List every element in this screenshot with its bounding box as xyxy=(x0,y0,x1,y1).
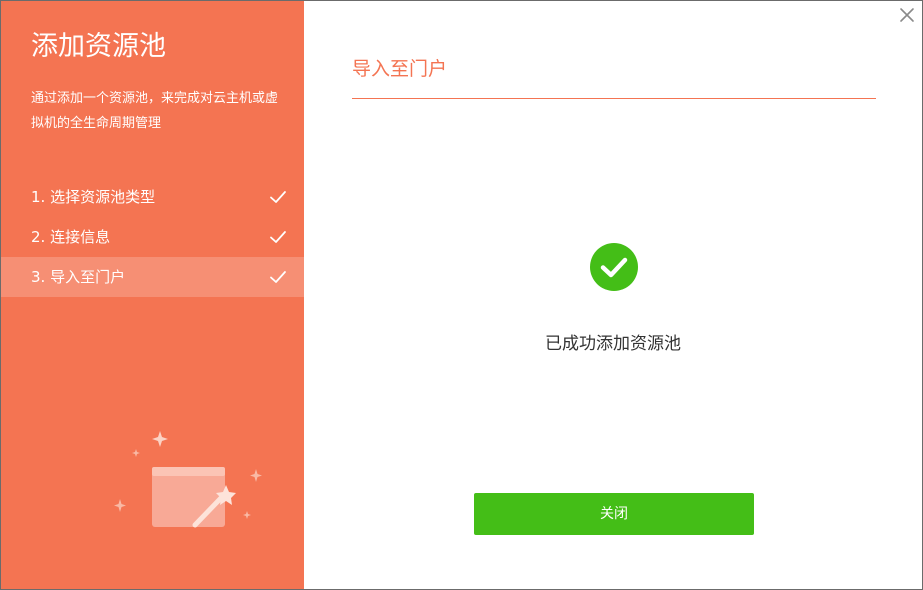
success-check-icon xyxy=(590,243,638,291)
wizard-step-connection-info[interactable]: 2. 连接信息 xyxy=(1,217,304,257)
section-divider xyxy=(352,98,876,99)
wizard-title: 添加资源池 xyxy=(31,31,166,62)
add-resource-pool-dialog: 添加资源池 通过添加一个资源池，来完成对云主机或虚拟机的全生命周期管理 1. 选… xyxy=(0,0,923,590)
wizard-steps: 1. 选择资源池类型 2. 连接信息 3. 导入至门户 xyxy=(1,177,304,297)
wizard-step-import-portal[interactable]: 3. 导入至门户 xyxy=(1,257,304,297)
magic-wand-illustration xyxy=(114,431,262,528)
close-icon[interactable] xyxy=(898,6,916,24)
wizard-content: 导入至门户 已成功添加资源池 关闭 xyxy=(304,1,922,589)
wizard-step-select-type[interactable]: 1. 选择资源池类型 xyxy=(1,177,304,217)
checkmark-icon xyxy=(270,191,286,203)
checkmark-icon xyxy=(270,231,286,243)
wizard-step-label: 1. 选择资源池类型 xyxy=(31,188,156,206)
section-title: 导入至门户 xyxy=(352,58,448,80)
success-message: 已成功添加资源池 xyxy=(545,334,681,354)
close-button[interactable]: 关闭 xyxy=(474,493,754,535)
wizard-description: 通过添加一个资源池，来完成对云主机或虚拟机的全生命周期管理 xyxy=(31,91,279,131)
wizard-step-label: 2. 连接信息 xyxy=(31,228,111,246)
checkmark-icon xyxy=(270,271,286,283)
wizard-step-label: 3. 导入至门户 xyxy=(31,268,126,286)
wizard-sidebar: 添加资源池 通过添加一个资源池，来完成对云主机或虚拟机的全生命周期管理 1. 选… xyxy=(1,1,304,589)
